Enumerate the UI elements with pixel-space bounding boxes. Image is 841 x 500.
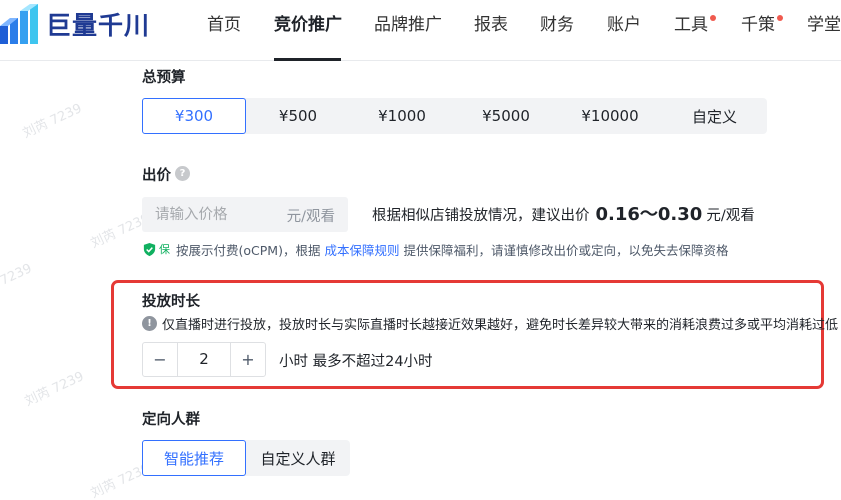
decrement-button[interactable]: −: [143, 343, 177, 376]
increment-button[interactable]: +: [231, 343, 265, 376]
question-circle-icon[interactable]: ?: [175, 166, 190, 181]
tools-notice-dot: [710, 15, 716, 21]
nav-item-qiance[interactable]: 千策: [741, 14, 775, 36]
cost-guarantee-notice: 保 按展示付费(oCPM)，根据 成本保障规则 提供保障福利，请谨慎修改出价或定…: [142, 240, 728, 258]
bid-price-input[interactable]: [142, 197, 277, 232]
bid-suggestion: 根据相似店铺投放情况，建议出价 0.16～0.30 元/观看: [372, 200, 755, 226]
bid-suggestion-unit: 元/观看: [706, 208, 755, 224]
budget-option-custom[interactable]: 自定义: [662, 98, 767, 134]
brand-logo[interactable]: 巨量千川: [0, 4, 150, 44]
shield-icon: [143, 242, 156, 256]
nav-item-account[interactable]: 账户: [607, 14, 641, 36]
qiance-notice-dot: [777, 15, 783, 21]
nav-item-reports[interactable]: 报表: [474, 14, 508, 36]
budget-option-500[interactable]: ¥500: [246, 98, 350, 134]
nav-item-bidding-promotion[interactable]: 竞价推广: [274, 14, 342, 36]
duration-title: 投放时长: [142, 294, 200, 310]
brand-name: 巨量千川: [46, 11, 151, 40]
budget-option-5000[interactable]: ¥5000: [454, 98, 558, 134]
active-tab-indicator: [274, 58, 341, 61]
budget-title: 总预算: [142, 70, 186, 86]
watermark: 刘芮 7239: [22, 369, 87, 410]
bid-title: 出价: [142, 168, 171, 184]
audience-option-smart[interactable]: 智能推荐: [142, 440, 246, 476]
budget-option-300[interactable]: ¥300: [142, 98, 246, 134]
duration-info: ! 仅直播时进行投放，投放时长与实际直播时长越接近效果越好，避免时长差异较大带来…: [142, 314, 839, 333]
logo-icon: [0, 4, 38, 44]
nav-item-finance[interactable]: 财务: [540, 14, 574, 36]
budget-option-1000[interactable]: ¥1000: [350, 98, 454, 134]
nav-item-home[interactable]: 首页: [207, 14, 241, 36]
nav-item-academy[interactable]: 学堂: [807, 14, 841, 36]
nav-item-tools[interactable]: 工具: [674, 14, 708, 36]
audience-title: 定向人群: [142, 412, 200, 428]
bid-suggestion-range: 0.16～0.30: [595, 204, 703, 225]
bid-price-field: 元/观看: [142, 197, 348, 232]
guarantee-text-after: 提供保障福利，请谨慎修改出价或定向，以免失去保障资格: [403, 242, 729, 258]
bid-suggestion-text: 根据相似店铺投放情况，建议出价: [372, 208, 590, 224]
duration-note: 小时 最多不超过24小时: [279, 354, 433, 370]
budget-options: ¥300 ¥500 ¥1000 ¥5000 ¥10000 自定义: [142, 98, 767, 134]
guarantee-badge: 保: [159, 243, 170, 256]
info-icon: !: [142, 315, 157, 331]
budget-option-10000[interactable]: ¥10000: [558, 98, 662, 134]
watermark: 刘芮 7239: [0, 261, 35, 301]
duration-input[interactable]: 2: [177, 343, 231, 376]
duration-info-text: 仅直播时进行投放，投放时长与实际直播时长越接近效果越好，避免时长差异较大带来的消…: [162, 317, 839, 333]
bid-unit-label: 元/观看: [286, 209, 335, 225]
top-navigation: 巨量千川 首页 竞价推广 品牌推广 报表 财务 账户 工具 千策 学堂: [0, 0, 841, 61]
nav-item-brand-promotion[interactable]: 品牌推广: [374, 14, 442, 36]
cost-guarantee-rules-link[interactable]: 成本保障规则: [324, 240, 399, 259]
audience-option-custom[interactable]: 自定义人群: [246, 440, 350, 476]
duration-stepper: − 2 +: [142, 342, 266, 377]
audience-options: 智能推荐 自定义人群: [142, 440, 350, 476]
guarantee-text-before: 按展示付费(oCPM)，根据: [176, 242, 321, 258]
watermark: 刘芮 7239: [20, 101, 85, 142]
